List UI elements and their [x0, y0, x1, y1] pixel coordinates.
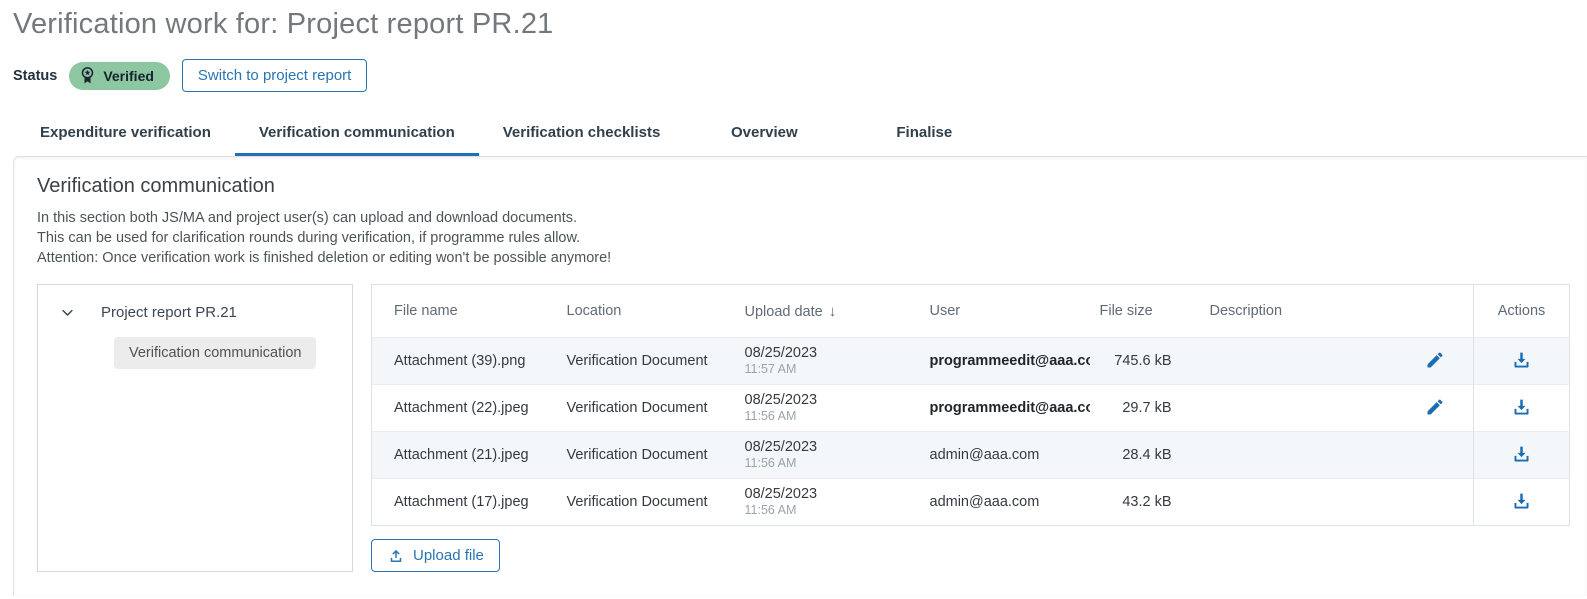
actions-cell [1474, 479, 1570, 526]
location-cell: Verification Document [554, 385, 732, 432]
column-header-user[interactable]: User [917, 285, 1087, 338]
tree-item-verification-communication[interactable]: Verification communication [114, 337, 316, 369]
file-name-cell: Attachment (39).png [372, 338, 554, 385]
download-file-button[interactable] [1509, 395, 1534, 420]
location-cell: Verification Document [554, 338, 732, 385]
column-header-file-name[interactable]: File name [372, 285, 554, 338]
download-file-button[interactable] [1509, 489, 1534, 514]
actions-cell [1474, 432, 1570, 479]
section-description-line: In this section both JS/MA and project u… [37, 208, 1564, 228]
description-cell [1197, 385, 1474, 432]
tab-overview[interactable]: Overview [684, 110, 844, 156]
upload-file-button[interactable]: Upload file [371, 539, 500, 572]
actions-cell [1474, 385, 1570, 432]
table-row: Attachment (22).jpeg Verification Docume… [372, 385, 1570, 432]
upload-icon [387, 547, 405, 565]
description-cell [1197, 432, 1474, 479]
tree-root-label: Project report PR.21 [101, 304, 237, 321]
file-name-cell: Attachment (17).jpeg [372, 479, 554, 526]
verified-ribbon-icon [78, 66, 97, 85]
status-badge-text: Verified [103, 68, 154, 84]
user-cell: programmeedit@aaa.com [917, 338, 1087, 385]
file-name-cell: Attachment (21).jpeg [372, 432, 554, 479]
column-header-file-size[interactable]: File size [1087, 285, 1197, 338]
file-size-cell: 28.4 kB [1087, 432, 1197, 479]
sort-desc-icon[interactable]: ↓ [829, 303, 837, 320]
tab-verification-communication[interactable]: Verification communication [235, 110, 479, 156]
report-tree-panel: Project report PR.21 Verification commun… [37, 284, 353, 572]
user-cell: programmeedit@aaa.com [917, 385, 1087, 432]
user-cell: admin@aaa.com [917, 479, 1087, 526]
upload-date-cell: 08/25/2023 11:56 AM [732, 479, 917, 526]
status-badge: Verified [69, 62, 170, 90]
upload-date-cell: 08/25/2023 11:56 AM [732, 432, 917, 479]
edit-description-button[interactable] [1423, 395, 1447, 419]
upload-date-cell: 08/25/2023 11:56 AM [732, 385, 917, 432]
column-header-description[interactable]: Description [1197, 285, 1474, 338]
tab-bar: Expenditure verification Verification co… [0, 110, 1587, 156]
tree-root-project-report[interactable]: Project report PR.21 [52, 304, 338, 321]
section-title: Verification communication [37, 175, 1564, 198]
location-cell: Verification Document [554, 479, 732, 526]
file-size-cell: 43.2 kB [1087, 479, 1197, 526]
content-card: Verification communication In this secti… [13, 156, 1587, 596]
page-title: Verification work for: Project report PR… [0, 0, 1587, 41]
download-file-button[interactable] [1509, 348, 1534, 373]
table-row: Attachment (21).jpeg Verification Docume… [372, 432, 1570, 479]
edit-description-button[interactable] [1423, 348, 1447, 372]
upload-date-cell: 08/25/2023 11:57 AM [732, 338, 917, 385]
description-cell [1197, 338, 1474, 385]
download-file-button[interactable] [1509, 442, 1534, 467]
table-header-row: File name Location Upload date↓ User Fil… [372, 285, 1570, 338]
status-label: Status [13, 68, 57, 84]
description-cell [1197, 479, 1474, 526]
section-description-line: This can be used for clarification round… [37, 228, 1564, 248]
user-cell: admin@aaa.com [917, 432, 1087, 479]
tab-verification-checklists[interactable]: Verification checklists [479, 110, 685, 156]
file-name-cell: Attachment (22).jpeg [372, 385, 554, 432]
table-row: Attachment (39).png Verification Documen… [372, 338, 1570, 385]
column-header-actions: Actions [1474, 285, 1570, 338]
tab-finalise[interactable]: Finalise [844, 110, 1004, 156]
file-size-cell: 745.6 kB [1087, 338, 1197, 385]
tab-expenditure-verification[interactable]: Expenditure verification [16, 110, 235, 156]
status-row: Status Verified Switch to project report [13, 59, 1587, 92]
section-description-line: Attention: Once verification work is fin… [37, 248, 1564, 268]
actions-cell [1474, 338, 1570, 385]
file-size-cell: 29.7 kB [1087, 385, 1197, 432]
column-header-upload-date[interactable]: Upload date↓ [732, 285, 917, 338]
column-header-location[interactable]: Location [554, 285, 732, 338]
switch-to-project-report-button[interactable]: Switch to project report [182, 59, 367, 92]
chevron-down-icon[interactable] [60, 305, 75, 320]
section-description: In this section both JS/MA and project u… [37, 208, 1564, 268]
location-cell: Verification Document [554, 432, 732, 479]
documents-table: File name Location Upload date↓ User Fil… [371, 284, 1570, 526]
table-row: Attachment (17).jpeg Verification Docume… [372, 479, 1570, 526]
